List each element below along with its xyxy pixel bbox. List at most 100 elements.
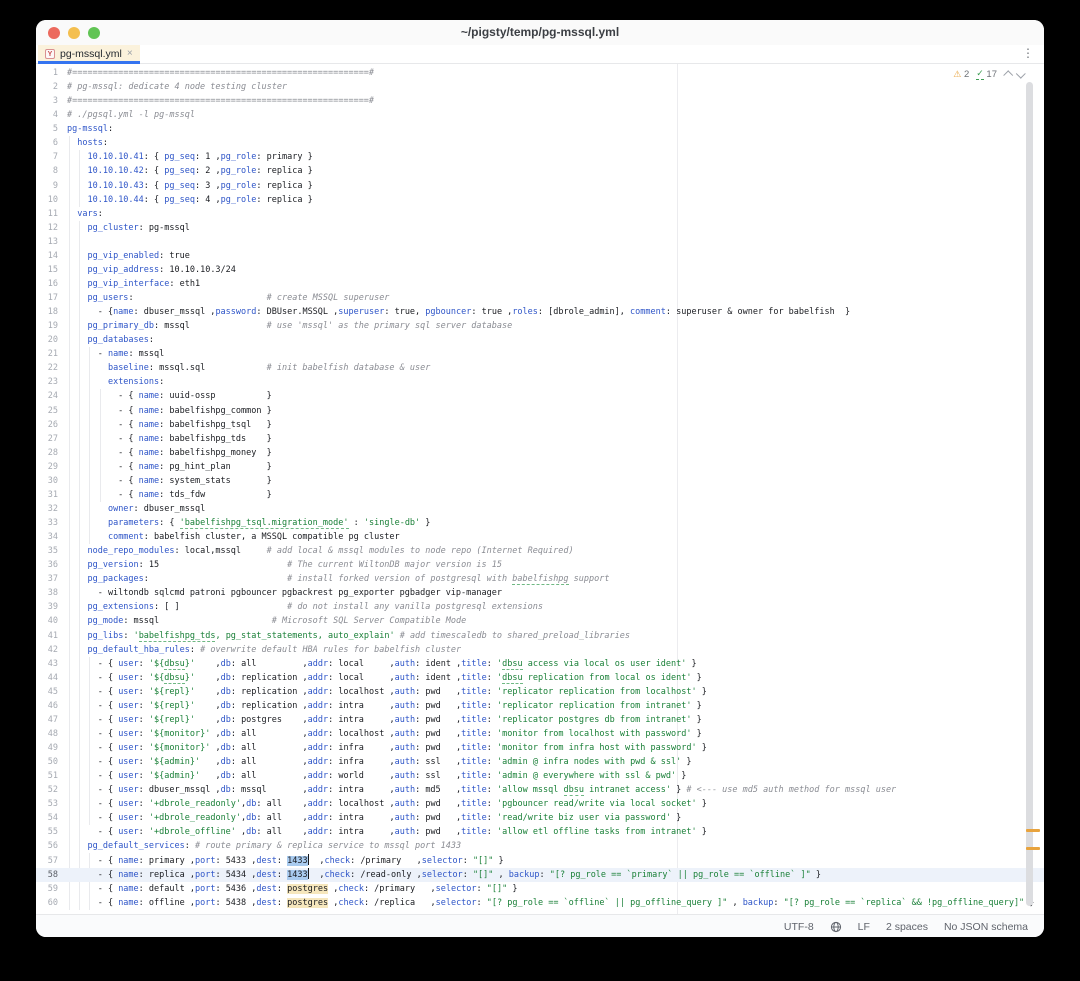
code-line[interactable]: 53 - { user: '+dbrole_readonly',db: all … [36,797,1044,811]
code-line[interactable]: 11 vars: [36,207,1044,221]
code-line[interactable]: 41 pg_libs: 'babelfishpg_tds, pg_stat_st… [36,629,1044,643]
code-line[interactable]: 9 10.10.10.43: { pg_seq: 3 ,pg_role: rep… [36,179,1044,193]
code-line[interactable]: 12 pg_cluster: pg-mssql [36,221,1044,235]
encoding-status[interactable]: UTF-8 [784,921,814,933]
code-line[interactable]: 43 - { user: '${dbsu}' ,db: all ,addr: l… [36,657,1044,671]
code-line[interactable]: 48 - { user: '${monitor}' ,db: all ,addr… [36,727,1044,741]
code-line[interactable]: 44 - { user: '${dbsu}' ,db: replication … [36,671,1044,685]
warning-stripe-mark[interactable] [1026,829,1040,832]
code-line[interactable]: 21 - name: mssql [36,347,1044,361]
line-number: 38 [36,586,58,600]
code-line[interactable]: 60 - { name: offline ,port: 5438 ,dest: … [36,896,1044,910]
code-line[interactable]: 56 pg_default_services: # route primary … [36,839,1044,853]
line-number: 34 [36,530,58,544]
code-line[interactable]: 18 - {name: dbuser_mssql ,password: DBUs… [36,305,1044,319]
scrollbar-thumb[interactable] [1026,82,1033,906]
line-number: 57 [36,854,58,868]
line-number: 4 [36,108,58,122]
code-line[interactable]: 57 - { name: primary ,port: 5433 ,dest: … [36,854,1044,868]
code-line[interactable]: 26 - { name: babelfishpg_tsql } [36,418,1044,432]
code-line[interactable]: 37 pg_packages: # install forked version… [36,572,1044,586]
line-number: 16 [36,277,58,291]
code-line[interactable]: 31 - { name: tds_fdw } [36,488,1044,502]
code-line[interactable]: 17 pg_users: # create MSSQL superuser [36,291,1044,305]
code-line[interactable]: 35 node_repo_modules: local,mssql # add … [36,544,1044,558]
code-line[interactable]: 25 - { name: babelfishpg_common } [36,404,1044,418]
code-line[interactable]: 10 10.10.10.44: { pg_seq: 4 ,pg_role: re… [36,193,1044,207]
code-line[interactable]: 59 - { name: default ,port: 5436 ,dest: … [36,882,1044,896]
code-line[interactable]: 4# ./pgsql.yml -l pg-mssql [36,108,1044,122]
line-number: 25 [36,404,58,418]
warnings-badge[interactable]: ⚠ 2 [953,69,969,80]
more-options-icon[interactable]: ⋮ [1022,46,1034,60]
warnings-count: 2 [964,69,969,80]
line-number: 9 [36,179,58,193]
inspections-widget[interactable]: ⚠ 2 ✓ 17 [950,67,1028,81]
code-line[interactable]: 51 - { user: '${admin}' ,db: all ,addr: … [36,769,1044,783]
close-tab-icon[interactable]: × [127,49,133,59]
line-number: 47 [36,713,58,727]
line-number: 27 [36,432,58,446]
code-line[interactable]: 23 extensions: [36,375,1044,389]
code-line[interactable]: 36 pg_version: 15 # The current WiltonDB… [36,558,1044,572]
code-line[interactable]: 1#======================================… [36,66,1044,80]
code-line[interactable]: 38 - wiltondb sqlcmd patroni pgbouncer p… [36,586,1044,600]
indent-status[interactable]: 2 spaces [886,921,928,933]
warning-stripe-mark[interactable] [1026,847,1040,850]
code-line[interactable]: 28 - { name: babelfishpg_money } [36,446,1044,460]
line-number: 54 [36,811,58,825]
code-line[interactable]: 39 pg_extensions: [ ] # do not install a… [36,600,1044,614]
code-line[interactable]: 55 - { user: '+dbrole_offline' ,db: all … [36,825,1044,839]
code-line[interactable]: 20 pg_databases: [36,333,1044,347]
previous-problem-chevron-up-icon[interactable] [1003,70,1013,80]
line-number: 53 [36,797,58,811]
code-line[interactable]: 52 - { user: dbuser_mssql ,db: mssql ,ad… [36,783,1044,797]
code-line[interactable]: 50 - { user: '${admin}' ,db: all ,addr: … [36,755,1044,769]
line-number: 23 [36,375,58,389]
code-line[interactable]: 3#======================================… [36,94,1044,108]
code-line[interactable]: 30 - { name: system_stats } [36,474,1044,488]
tab-bar: Y pg-mssql.yml × ⋮ [36,45,1044,64]
code-line[interactable]: 34 comment: babelfish cluster, a MSSQL c… [36,530,1044,544]
code-editor[interactable]: 1#======================================… [36,64,1044,914]
code-line[interactable]: 45 - { user: '${repl}' ,db: replication … [36,685,1044,699]
code-line[interactable]: 46 - { user: '${repl}' ,db: replication … [36,699,1044,713]
next-problem-chevron-down-icon[interactable] [1016,68,1026,78]
code-line[interactable]: 15 pg_vip_address: 10.10.10.3/24 [36,263,1044,277]
code-line[interactable]: 33 parameters: { 'babelfishpg_tsql.migra… [36,516,1044,530]
code-line[interactable]: 7 10.10.10.41: { pg_seq: 1 ,pg_role: pri… [36,150,1044,164]
code-line[interactable]: 2# pg-mssql: dedicate 4 node testing clu… [36,80,1044,94]
code-line[interactable]: 40 pg_mode: mssql # Microsoft SQL Server… [36,614,1044,628]
code-line[interactable]: 13 [36,235,1044,249]
code-line[interactable]: 47 - { user: '${repl}' ,db: postgres ,ad… [36,713,1044,727]
code-line[interactable]: 24 - { name: uuid-ossp } [36,389,1044,403]
line-number: 35 [36,544,58,558]
typos-badge[interactable]: ✓ 17 [976,68,997,80]
line-number: 33 [36,516,58,530]
code-line[interactable]: 6 hosts: [36,136,1044,150]
line-number: 3 [36,94,58,108]
line-number: 43 [36,657,58,671]
line-separator-status[interactable]: LF [858,921,870,933]
line-number: 30 [36,474,58,488]
schema-status[interactable]: No JSON schema [944,921,1028,933]
code-line[interactable]: 22 baseline: mssql.sql # init babelfish … [36,361,1044,375]
code-line[interactable]: 19 pg_primary_db: mssql # use 'mssql' as… [36,319,1044,333]
code-line[interactable]: 32 owner: dbuser_mssql [36,502,1044,516]
line-number: 60 [36,896,58,910]
code-line[interactable]: 29 - { name: pg_hint_plan } [36,460,1044,474]
code-line[interactable]: 58 - { name: replica ,port: 5434 ,dest: … [36,868,1044,882]
code-line[interactable]: 42 pg_default_hba_rules: # overwrite def… [36,643,1044,657]
code-line[interactable]: 8 10.10.10.42: { pg_seq: 2 ,pg_role: rep… [36,164,1044,178]
code-line[interactable]: 14 pg_vip_enabled: true [36,249,1044,263]
tab-pg-mssql-yml[interactable]: Y pg-mssql.yml × [38,45,140,63]
tab-label: pg-mssql.yml [60,48,122,60]
code-line[interactable]: 49 - { user: '${monitor}' ,db: all ,addr… [36,741,1044,755]
code-line[interactable]: 5pg-mssql: [36,122,1044,136]
line-number: 41 [36,629,58,643]
line-number: 28 [36,446,58,460]
code-line[interactable]: 54 - { user: '+dbrole_readonly',db: all … [36,811,1044,825]
code-line[interactable]: 27 - { name: babelfishpg_tds } [36,432,1044,446]
globe-icon[interactable] [830,921,842,933]
code-line[interactable]: 16 pg_vip_interface: eth1 [36,277,1044,291]
